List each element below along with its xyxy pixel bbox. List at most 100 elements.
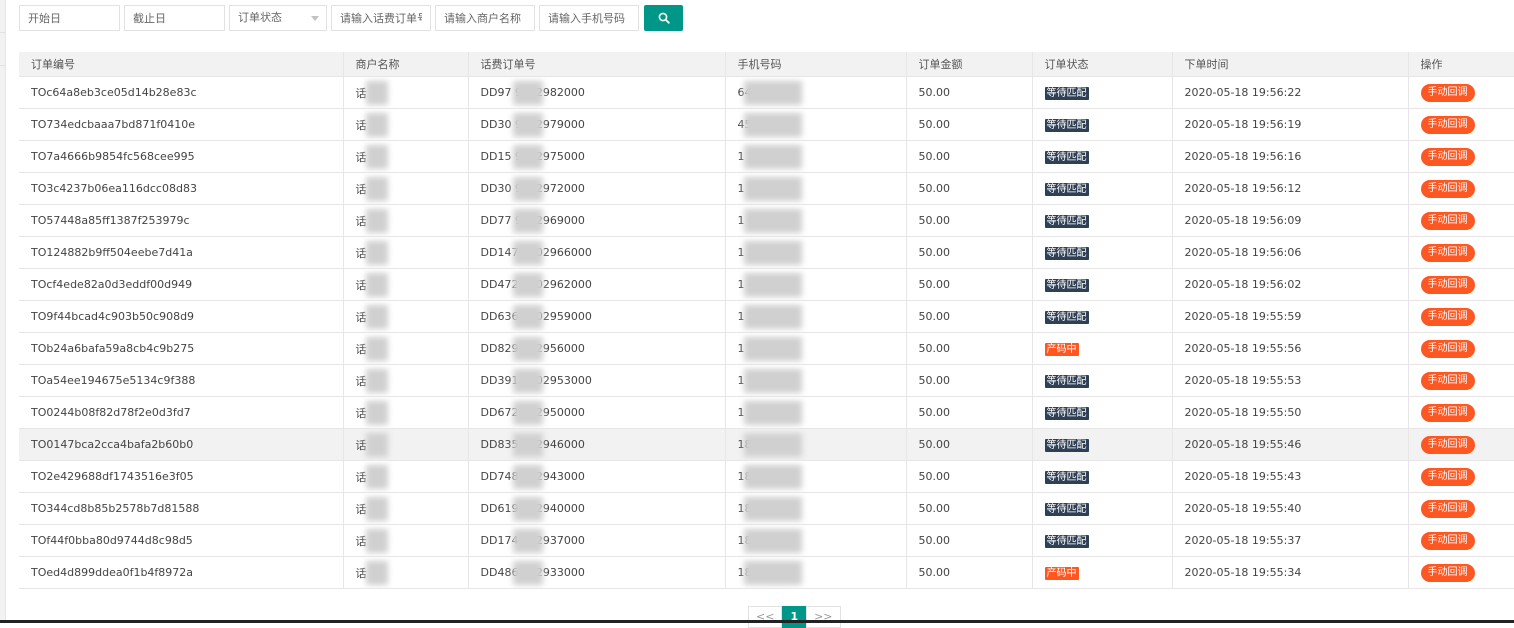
status-cell: 等待匹配 [1032,524,1173,557]
manual-callback-button[interactable]: 手动回调 [1420,147,1475,166]
manual-callback-button[interactable]: 手动回调 [1420,307,1475,326]
order-id-text: TO2e429688df1743516e3f05 [31,470,194,483]
amount-cell: 50.00 [906,396,1033,429]
manual-callback-button[interactable]: 手动回调 [1420,211,1475,230]
status-cell: 等待匹配 [1032,140,1173,173]
order-time-text: 2020-05-18 19:55:40 [1184,502,1302,515]
merchant-name-input[interactable] [435,5,535,31]
column-header: 手机号码 [725,52,907,77]
action-cell: 手动回调 [1408,108,1514,141]
status-cell: 产码中 [1032,332,1173,365]
privacy-blur [743,497,802,521]
order-id-text: TO344cd8b85b2578b7d81588 [31,502,200,515]
phone-number-cell: 456 [725,108,907,141]
order-time-cell: 2020-05-18 19:55:50 [1172,396,1409,429]
column-header: 操作 [1408,52,1514,77]
orders-table-body: TOc64a8eb3ce05d14b28e83c 话 DD97 9802982000… [19,76,1514,589]
privacy-blur [743,209,802,233]
privacy-blur [512,529,543,553]
table-row: TOf44f0bba80d9744d8c98d5 话 DD174 802937000… [19,524,1514,557]
phone-number-input[interactable] [539,5,639,31]
bill-order-no-cell: DD636 9802959000 [468,300,726,333]
table-row: TO344cd8b85b2578b7d81588 话 DD619 802940000… [19,492,1514,525]
order-id-text: TOc64a8eb3ce05d14b28e83c [31,86,197,99]
order-id-cell: TOc64a8eb3ce05d14b28e83c [19,76,344,109]
bill-order-no-cell: DD3915 802953000 [468,364,726,397]
manual-callback-button[interactable]: 手动回调 [1420,115,1475,134]
privacy-blur [365,113,388,137]
manual-callback-button[interactable]: 手动回调 [1420,499,1475,518]
manual-callback-button[interactable]: 手动回调 [1420,339,1475,358]
privacy-blur [512,561,543,585]
amount-cell: 50.00 [906,268,1033,301]
amount-text: 50.00 [918,374,951,387]
start-date-input[interactable] [19,5,120,31]
next-page-button[interactable]: >> [806,606,841,628]
manual-callback-button[interactable]: 手动回调 [1420,467,1475,486]
page-1-button[interactable]: 1 [782,606,807,628]
manual-callback-button[interactable]: 手动回调 [1420,243,1475,262]
phone-number-cell: 1 332 [725,236,907,269]
privacy-blur [512,465,543,489]
order-time-cell: 2020-05-18 19:56:19 [1172,108,1409,141]
manual-callback-button[interactable]: 手动回调 [1420,275,1475,294]
phone-number-cell: 1 985 [725,172,907,205]
phone-number-cell: 6421 [725,76,907,109]
action-cell: 手动回调 [1408,524,1514,557]
amount-text: 50.00 [918,150,951,163]
order-time-cell: 2020-05-18 19:55:56 [1172,332,1409,365]
action-cell: 手动回调 [1408,492,1514,525]
bill-order-no-cell: DD486 802933000 [468,556,726,589]
amount-text: 50.00 [918,86,951,99]
order-time-cell: 2020-05-18 19:55:34 [1172,556,1409,589]
order-time-cell: 2020-05-18 19:56:16 [1172,140,1409,173]
action-cell: 手动回调 [1408,268,1514,301]
order-id-cell: TO57448a85ff1387f253979c [19,204,344,237]
manual-callback-button[interactable]: 手动回调 [1420,83,1475,102]
order-id-cell: TO124882b9ff504eebe7d41a [19,236,344,269]
manual-callback-button[interactable]: 手动回调 [1420,435,1475,454]
phone-number-cell: 1 28 [725,300,907,333]
order-time-text: 2020-05-18 19:56:19 [1184,118,1302,131]
amount-cell: 50.00 [906,428,1033,461]
order-time-text: 2020-05-18 19:56:12 [1184,182,1302,195]
bill-order-no-input[interactable] [331,5,431,31]
manual-callback-button[interactable]: 手动回调 [1420,179,1475,198]
amount-text: 50.00 [918,438,951,451]
table-row: TO0147bca2cca4bafa2b60b0 话 DD835 802946000… [19,428,1514,461]
table-header-row: 订单编号 商户名称 话费订单号 手机号码 订单金额 订单状态 下单时间 操作 [19,52,1514,77]
order-id-cell: TO734edcbaaa7bd871f0410e [19,108,344,141]
manual-callback-button[interactable]: 手动回调 [1420,563,1475,582]
bill-order-no-cell: DD619 802940000 [468,492,726,525]
phone-number-cell: 1 43 [725,268,907,301]
order-id-cell: TO344cd8b85b2578b7d81588 [19,492,344,525]
phone-number-cell: 1 5 [725,364,907,397]
amount-text: 50.00 [918,470,951,483]
action-cell: 手动回调 [1408,172,1514,205]
end-date-input[interactable] [124,5,225,31]
order-id-cell: TOed4d899ddea0f1b4f8972a [19,556,344,589]
manual-callback-button[interactable]: 手动回调 [1420,531,1475,550]
privacy-blur [365,177,388,201]
order-status-select[interactable]: 订单状态 [229,5,327,31]
amount-text: 50.00 [918,534,951,547]
order-id-cell: TO7a4666b9854fc568cee995 [19,140,344,173]
order-time-text: 2020-05-18 19:55:56 [1184,342,1302,355]
privacy-blur [365,305,388,329]
phone-number-cell: 1 020 [725,204,907,237]
prev-page-button[interactable]: << [748,606,783,628]
status-cell: 等待匹配 [1032,108,1173,141]
order-id-text: TOed4d899ddea0f1b4f8972a [31,566,194,579]
privacy-blur [743,305,802,329]
privacy-blur [365,241,388,265]
table-row: TOed4d899ddea0f1b4f8972a 话 DD486 802933000… [19,556,1514,589]
manual-callback-button[interactable]: 手动回调 [1420,371,1475,390]
privacy-blur [743,561,802,585]
order-time-cell: 2020-05-18 19:56:22 [1172,76,1409,109]
column-header: 订单编号 [19,52,344,77]
search-button[interactable] [644,5,683,31]
order-id-text: TO734edcbaaa7bd871f0410e [31,118,195,131]
order-id-cell: TO9f44bcad4c903b50c908d9 [19,300,344,333]
manual-callback-button[interactable]: 手动回调 [1420,403,1475,422]
privacy-blur [512,145,543,169]
